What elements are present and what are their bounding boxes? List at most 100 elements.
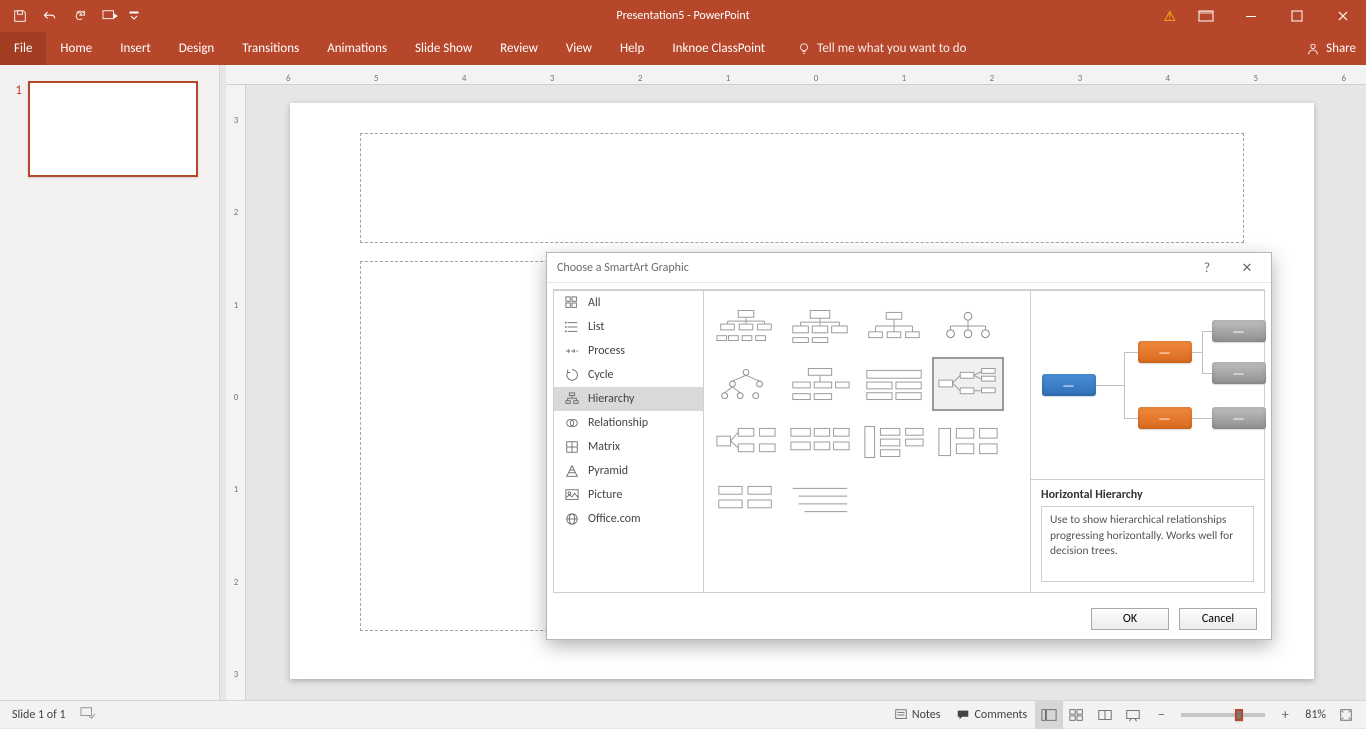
preview-node-leaf: — (1212, 407, 1266, 429)
layout-option-7[interactable] (932, 357, 1004, 411)
status-bar: Slide 1 of 1 Notes Comments − + 81% (0, 700, 1366, 728)
comments-label: Comments (974, 708, 1027, 722)
ruler-num: 2 (990, 73, 995, 84)
slide-sorter-view-button[interactable] (1063, 701, 1091, 729)
relationship-icon (564, 415, 580, 431)
slide-counter[interactable]: Slide 1 of 1 (12, 708, 66, 722)
layout-option-1[interactable] (784, 299, 856, 353)
dialog-title-text: Choose a SmartArt Graphic (557, 261, 689, 275)
tab-insert[interactable]: Insert (106, 32, 165, 65)
title-bar: Presentation5 - PowerPoint ⚠ (0, 0, 1366, 32)
ruler-num: 2 (638, 73, 643, 84)
tab-help[interactable]: Help (606, 32, 658, 65)
layout-option-8[interactable] (710, 415, 782, 469)
zoom-in-button[interactable]: + (1271, 701, 1299, 729)
ruler-num: 1 (902, 73, 907, 84)
qat-customize-button[interactable] (126, 4, 142, 28)
dialog-titlebar[interactable]: Choose a SmartArt Graphic ? ✕ (547, 253, 1271, 283)
ruler-num: 5 (1253, 73, 1258, 84)
tab-classpoint[interactable]: Inknoe ClassPoint (658, 32, 779, 65)
tab-animations[interactable]: Animations (313, 32, 401, 65)
ribbon-display-options-button[interactable] (1184, 10, 1228, 22)
comments-button[interactable]: Comments (948, 701, 1035, 729)
normal-view-button[interactable] (1035, 701, 1063, 729)
category-list[interactable]: List (554, 315, 703, 339)
quick-access-toolbar (0, 4, 142, 28)
category-label: All (588, 296, 600, 310)
minimize-button[interactable] (1228, 0, 1274, 32)
maximize-button[interactable] (1274, 0, 1320, 32)
lightbulb-icon (797, 42, 811, 56)
ribbon-tabs: File Home Insert Design Transitions Anim… (0, 32, 1366, 65)
slide-thumbnail-1[interactable] (28, 81, 198, 177)
ruler-num: 6 (286, 73, 291, 84)
warning-icon[interactable]: ⚠ (1163, 8, 1176, 25)
tab-review[interactable]: Review (486, 32, 552, 65)
comments-icon (956, 708, 970, 722)
category-label: Relationship (588, 416, 648, 430)
tab-view[interactable]: View (552, 32, 606, 65)
tell-me-label: Tell me what you want to do (817, 41, 966, 56)
category-relationship[interactable]: Relationship (554, 411, 703, 435)
tab-slide-show[interactable]: Slide Show (401, 32, 486, 65)
category-label: List (588, 320, 604, 334)
category-pyramid[interactable]: Pyramid (554, 459, 703, 483)
tab-transitions[interactable]: Transitions (228, 32, 313, 65)
cancel-button[interactable]: Cancel (1179, 608, 1257, 630)
share-label: Share (1326, 41, 1356, 56)
layout-option-14[interactable] (784, 473, 856, 527)
layout-option-5[interactable] (784, 357, 856, 411)
preview-node-root: — (1042, 374, 1096, 396)
tab-file[interactable]: File (0, 32, 46, 65)
tab-home[interactable]: Home (46, 32, 106, 65)
category-picture[interactable]: Picture (554, 483, 703, 507)
start-from-beginning-button[interactable] (96, 4, 124, 28)
layout-option-9[interactable] (784, 415, 856, 469)
zoom-out-button[interactable]: − (1147, 701, 1175, 729)
layout-option-3[interactable] (932, 299, 1004, 353)
slideshow-view-button[interactable] (1119, 701, 1147, 729)
process-icon (564, 343, 580, 359)
category-all[interactable]: All (554, 291, 703, 315)
tab-design[interactable]: Design (165, 32, 228, 65)
ruler-num: 3 (1078, 73, 1083, 84)
category-officecom[interactable]: Office.com (554, 507, 703, 531)
fit-to-window-button[interactable] (1332, 701, 1360, 729)
layout-option-4[interactable] (710, 357, 782, 411)
close-button[interactable] (1320, 0, 1366, 32)
save-button[interactable] (6, 4, 34, 28)
layout-option-6[interactable] (858, 357, 930, 411)
zoom-slider[interactable] (1181, 713, 1265, 717)
tell-me-search[interactable]: Tell me what you want to do (797, 32, 966, 65)
thumbnail-number: 1 (8, 81, 22, 98)
layout-option-12[interactable] (932, 415, 1004, 469)
category-cycle[interactable]: Cycle (554, 363, 703, 387)
layout-option-2[interactable] (858, 299, 930, 353)
category-label: Pyramid (588, 464, 628, 478)
window-title: Presentation5 - PowerPoint (616, 9, 749, 23)
category-hierarchy[interactable]: Hierarchy (554, 387, 703, 411)
category-process[interactable]: Process (554, 339, 703, 363)
category-list: All List ProcessCycleHierarchy Relationship… (553, 290, 703, 593)
reading-view-button[interactable] (1091, 701, 1119, 729)
category-matrix[interactable]: Matrix (554, 435, 703, 459)
share-button[interactable]: Share (1306, 32, 1356, 65)
globe-icon (564, 511, 580, 527)
ok-button[interactable]: OK (1091, 608, 1169, 630)
dialog-help-button[interactable]: ? (1187, 253, 1227, 283)
zoom-level[interactable]: 81% (1299, 701, 1332, 729)
hierarchy-icon (564, 391, 580, 407)
layout-option-13[interactable] (710, 473, 782, 527)
preview-node-child: — (1138, 407, 1192, 429)
notes-button[interactable]: Notes (886, 701, 949, 729)
undo-button[interactable] (36, 4, 64, 28)
preview-node-child: — (1138, 341, 1192, 363)
redo-button[interactable] (66, 4, 94, 28)
layout-option-10[interactable] (858, 415, 930, 469)
layout-option-0[interactable] (710, 299, 782, 353)
ruler-num: 1 (726, 73, 731, 84)
dialog-close-button[interactable]: ✕ (1227, 253, 1267, 283)
preview-canvas: — — — — — — (1031, 291, 1264, 479)
notes-icon (894, 708, 908, 722)
spellcheck-icon[interactable] (80, 706, 96, 724)
